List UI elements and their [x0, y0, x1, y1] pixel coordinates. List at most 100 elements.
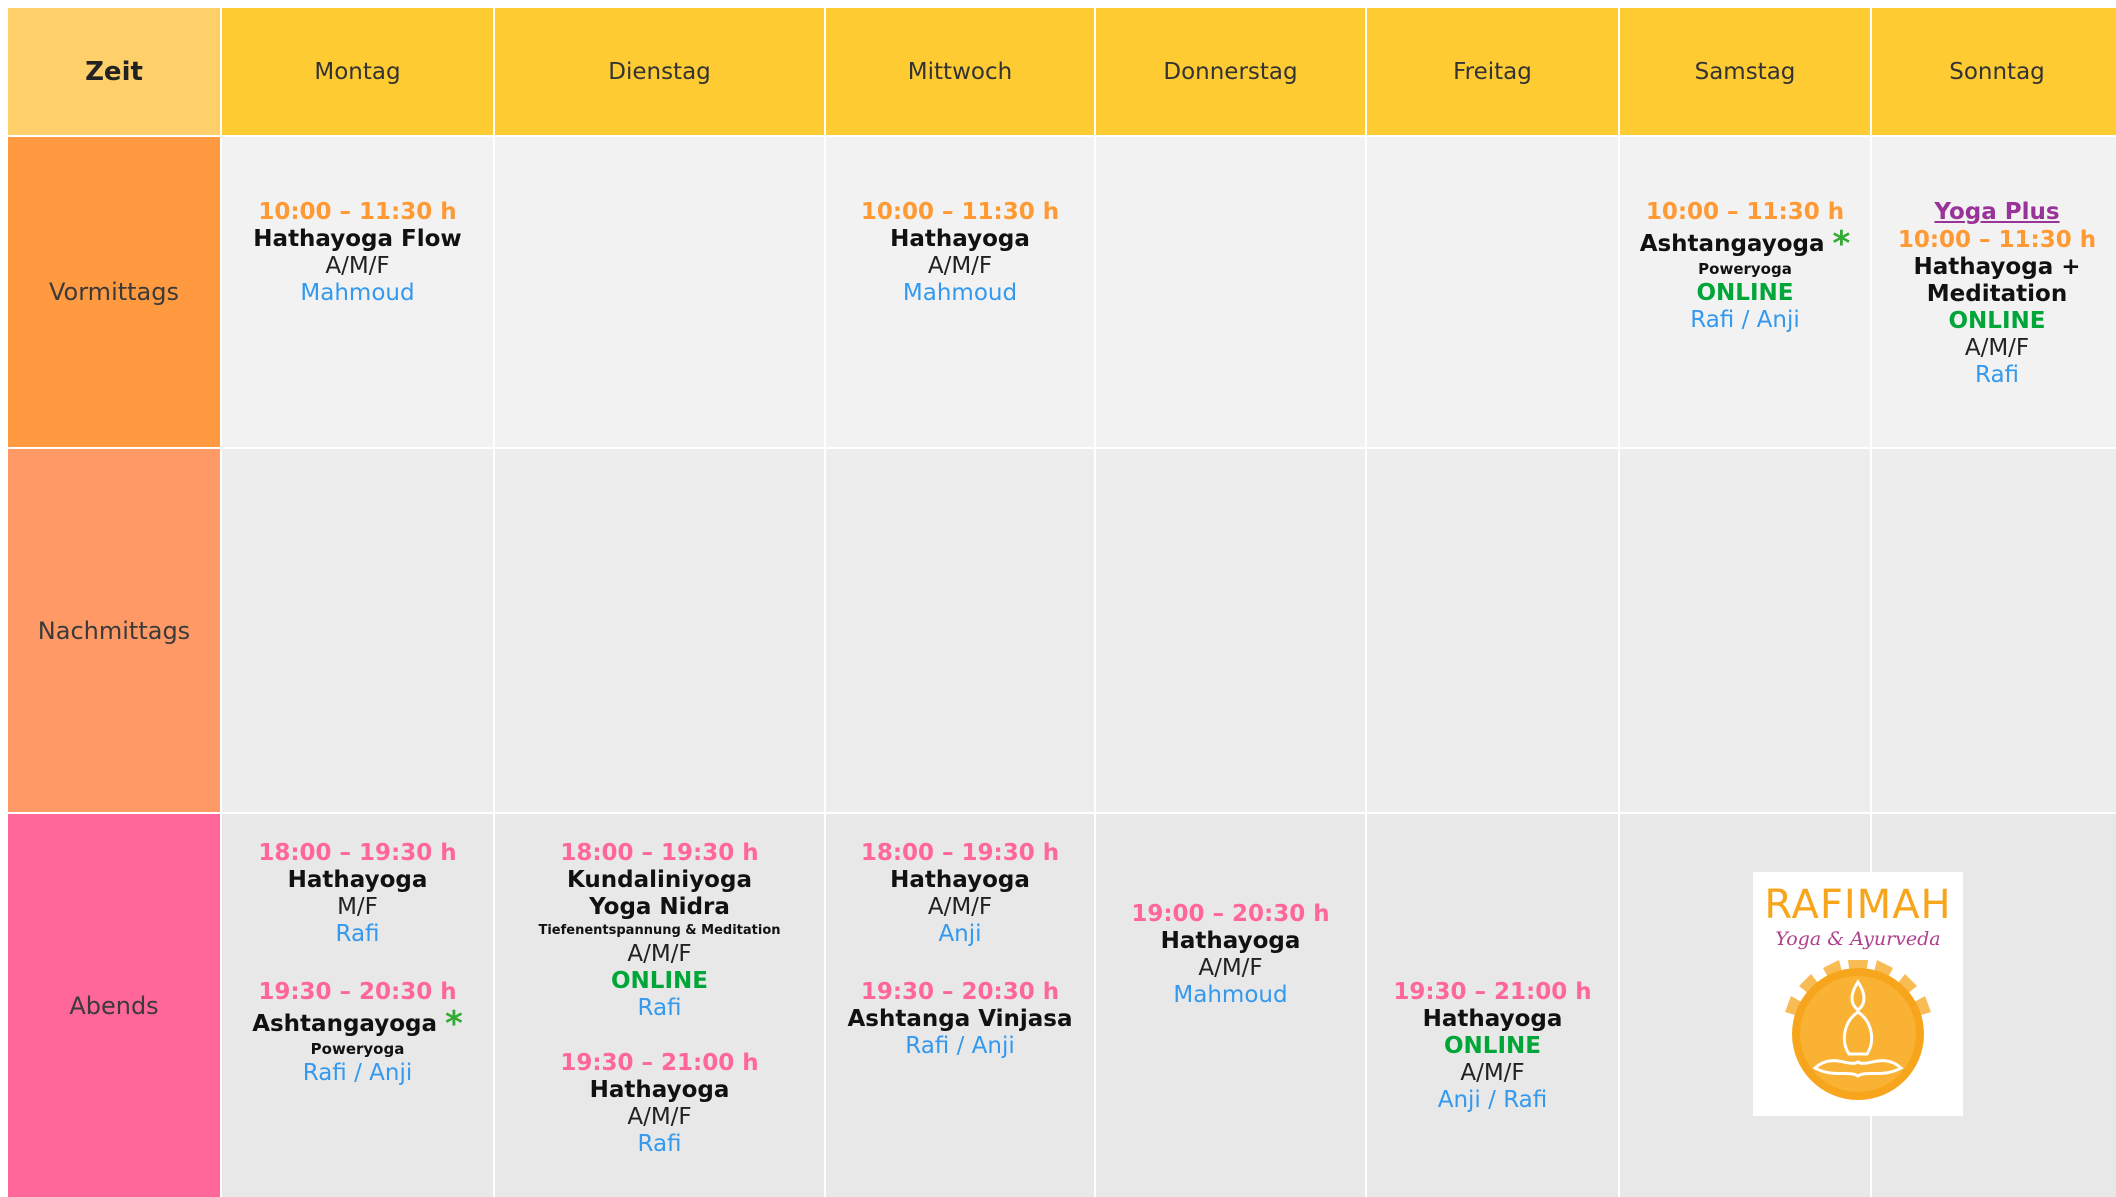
cell-samstag-vormittags: 10:00 – 11:30 h Ashtangayoga * Poweryoga… — [1620, 137, 1870, 447]
course-name: Hathayoga — [287, 867, 428, 893]
course-teacher: Rafi — [335, 921, 380, 947]
course-entry: 18:00 – 19:30 h Hathayoga M/F Rafi — [222, 840, 493, 948]
course-entry: 19:30 – 21:00 h Hathayoga ONLINE A/M/F A… — [1367, 979, 1618, 1114]
course-level: A/M/F — [927, 894, 993, 920]
course-level: M/F — [337, 894, 378, 920]
course-entry: 10:00 – 11:30 h Ashtangayoga * Poweryoga… — [1620, 199, 1870, 334]
cell-sonntag-vormittags: Yoga Plus 10:00 – 11:30 h Hathayoga + Me… — [1872, 137, 2116, 447]
course-name: Hathayoga — [1422, 1006, 1563, 1032]
cell-mittwoch-vormittags: 10:00 – 11:30 h Hathayoga A/M/F Mahmoud — [826, 137, 1094, 447]
cell-dienstag-nachmittags — [495, 449, 824, 812]
sun-meditation-icon — [1785, 960, 1931, 1100]
cell-samstag-nachmittags — [1620, 449, 1870, 812]
header-dienstag: Dienstag — [495, 8, 824, 135]
course-teacher: Rafi — [637, 1131, 682, 1157]
course-entry: 18:00 – 19:30 h Hathayoga A/M/F Anji — [826, 840, 1094, 948]
course-name: Hathayoga — [890, 867, 1030, 893]
cell-montag-vormittags: 10:00 – 11:30 h Hathayoga Flow A/M/F Mah… — [222, 137, 493, 447]
course-time: 10:00 – 11:30 h — [1645, 199, 1845, 225]
course-subtitle: Tiefenentspannung & Meditation — [538, 923, 781, 938]
cell-montag-nachmittags — [222, 449, 493, 812]
cell-freitag-nachmittags — [1367, 449, 1618, 812]
header-zeit: Zeit — [8, 8, 220, 135]
course-name: Hathayoga Flow — [253, 226, 462, 252]
course-teacher: Anji — [938, 921, 982, 947]
online-badge: ONLINE — [1444, 1033, 1541, 1059]
course-level: A/M/F — [1198, 955, 1263, 981]
course-entry: Yoga Plus 10:00 – 11:30 h Hathayoga + Me… — [1872, 199, 2116, 389]
course-name: Ashtangayoga * — [222, 1007, 493, 1041]
header-freitag: Freitag — [1367, 8, 1618, 135]
course-name-line1: Kundaliniyoga — [567, 867, 752, 893]
course-teacher: Mahmoud — [300, 280, 415, 306]
cell-mittwoch-nachmittags — [826, 449, 1094, 812]
course-time: 19:00 – 20:30 h — [1131, 901, 1330, 927]
header-montag: Montag — [222, 8, 493, 135]
course-teacher: Rafi / Anji — [1690, 307, 1800, 333]
rafimah-logo: RAFIMAH Yoga & Ayurveda — [1753, 872, 1963, 1116]
course-name: Ashtangayoga * — [1620, 227, 1870, 261]
course-time: 18:00 – 19:30 h — [258, 840, 457, 866]
course-name: Hathayoga — [890, 226, 1030, 252]
course-level: A/M/F — [627, 1104, 692, 1130]
header-samstag: Samstag — [1620, 8, 1870, 135]
course-name-line2: Yoga Nidra — [589, 894, 730, 920]
course-name: Ashtanga Vinjasa — [847, 1006, 1073, 1032]
cell-donnerstag-nachmittags — [1096, 449, 1365, 812]
course-entry: 10:00 – 11:30 h Hathayoga Flow A/M/F Mah… — [222, 199, 493, 307]
course-time: 19:30 – 21:00 h — [560, 1050, 759, 1076]
cell-montag-abends: 18:00 – 19:30 h Hathayoga M/F Rafi 19:30… — [222, 814, 493, 1197]
course-teacher: Rafi — [1974, 362, 2020, 388]
course-teacher: Rafi / Anji — [905, 1033, 1015, 1059]
header-mittwoch: Mittwoch — [826, 8, 1094, 135]
cell-freitag-abends: 19:30 – 21:00 h Hathayoga ONLINE A/M/F A… — [1367, 814, 1618, 1197]
yoga-plus-link[interactable]: Yoga Plus — [1934, 199, 2059, 226]
cell-freitag-vormittags — [1367, 137, 1618, 447]
asterisk-icon: * — [445, 1004, 463, 1044]
course-teacher: Rafi / Anji — [302, 1060, 413, 1086]
course-name: Hathayoga — [589, 1077, 730, 1103]
course-entry: 19:00 – 20:30 h Hathayoga A/M/F Mahmoud — [1096, 901, 1365, 1009]
course-time: 19:30 – 21:00 h — [1393, 979, 1592, 1005]
course-level: A/M/F — [627, 941, 692, 967]
course-teacher: Mahmoud — [1173, 982, 1288, 1008]
course-time: 10:00 – 11:30 h — [258, 199, 457, 225]
online-badge: ONLINE — [1948, 308, 2046, 334]
header-sonntag: Sonntag — [1872, 8, 2116, 135]
cell-dienstag-vormittags — [495, 137, 824, 447]
row-label-nachmittags: Nachmittags — [8, 449, 220, 812]
course-name-text: Ashtangayoga — [1639, 231, 1825, 257]
header-donnerstag: Donnerstag — [1096, 8, 1365, 135]
course-entry: 18:00 – 19:30 h Kundaliniyoga Yoga Nidra… — [495, 840, 824, 1022]
cell-sonntag-nachmittags — [1872, 449, 2116, 812]
cell-dienstag-abends: 18:00 – 19:30 h Kundaliniyoga Yoga Nidra… — [495, 814, 824, 1197]
cell-donnerstag-abends: 19:00 – 20:30 h Hathayoga A/M/F Mahmoud — [1096, 814, 1365, 1197]
course-time: 18:00 – 19:30 h — [560, 840, 759, 866]
course-time: 10:00 – 11:30 h — [1897, 227, 2097, 253]
course-level: A/M/F — [325, 253, 390, 279]
course-level: A/M/F — [1964, 335, 2030, 361]
course-time: 10:00 – 11:30 h — [860, 199, 1060, 225]
asterisk-icon: * — [1832, 224, 1851, 264]
cell-mittwoch-abends: 18:00 – 19:30 h Hathayoga A/M/F Anji 19:… — [826, 814, 1094, 1197]
online-badge: ONLINE — [611, 968, 708, 994]
course-name-text: Ashtangayoga — [252, 1011, 437, 1037]
course-entry: 19:30 – 20:30 h Ashtanga Vinjasa Rafi / … — [826, 979, 1094, 1060]
course-level: A/M/F — [927, 253, 993, 279]
row-label-abends: Abends — [8, 814, 220, 1197]
cell-donnerstag-vormittags — [1096, 137, 1365, 447]
course-name-line1: Hathayoga + — [1913, 254, 2081, 280]
online-badge: ONLINE — [1696, 280, 1794, 306]
course-teacher: Mahmoud — [902, 280, 1018, 306]
course-time: 19:30 – 20:30 h — [258, 979, 457, 1005]
course-name: Hathayoga — [1160, 928, 1301, 954]
course-entry: 10:00 – 11:30 h Hathayoga A/M/F Mahmoud — [826, 199, 1094, 307]
course-teacher: Rafi — [637, 995, 682, 1021]
course-name-line2: Meditation — [1926, 281, 2068, 307]
course-time: 18:00 – 19:30 h — [860, 840, 1060, 866]
course-level: A/M/F — [1460, 1060, 1525, 1086]
row-label-vormittags: Vormittags — [8, 137, 220, 447]
course-entry: 19:30 – 21:00 h Hathayoga A/M/F Rafi — [495, 1050, 824, 1158]
course-time: 19:30 – 20:30 h — [860, 979, 1060, 1005]
course-teacher: Anji / Rafi — [1437, 1087, 1548, 1113]
